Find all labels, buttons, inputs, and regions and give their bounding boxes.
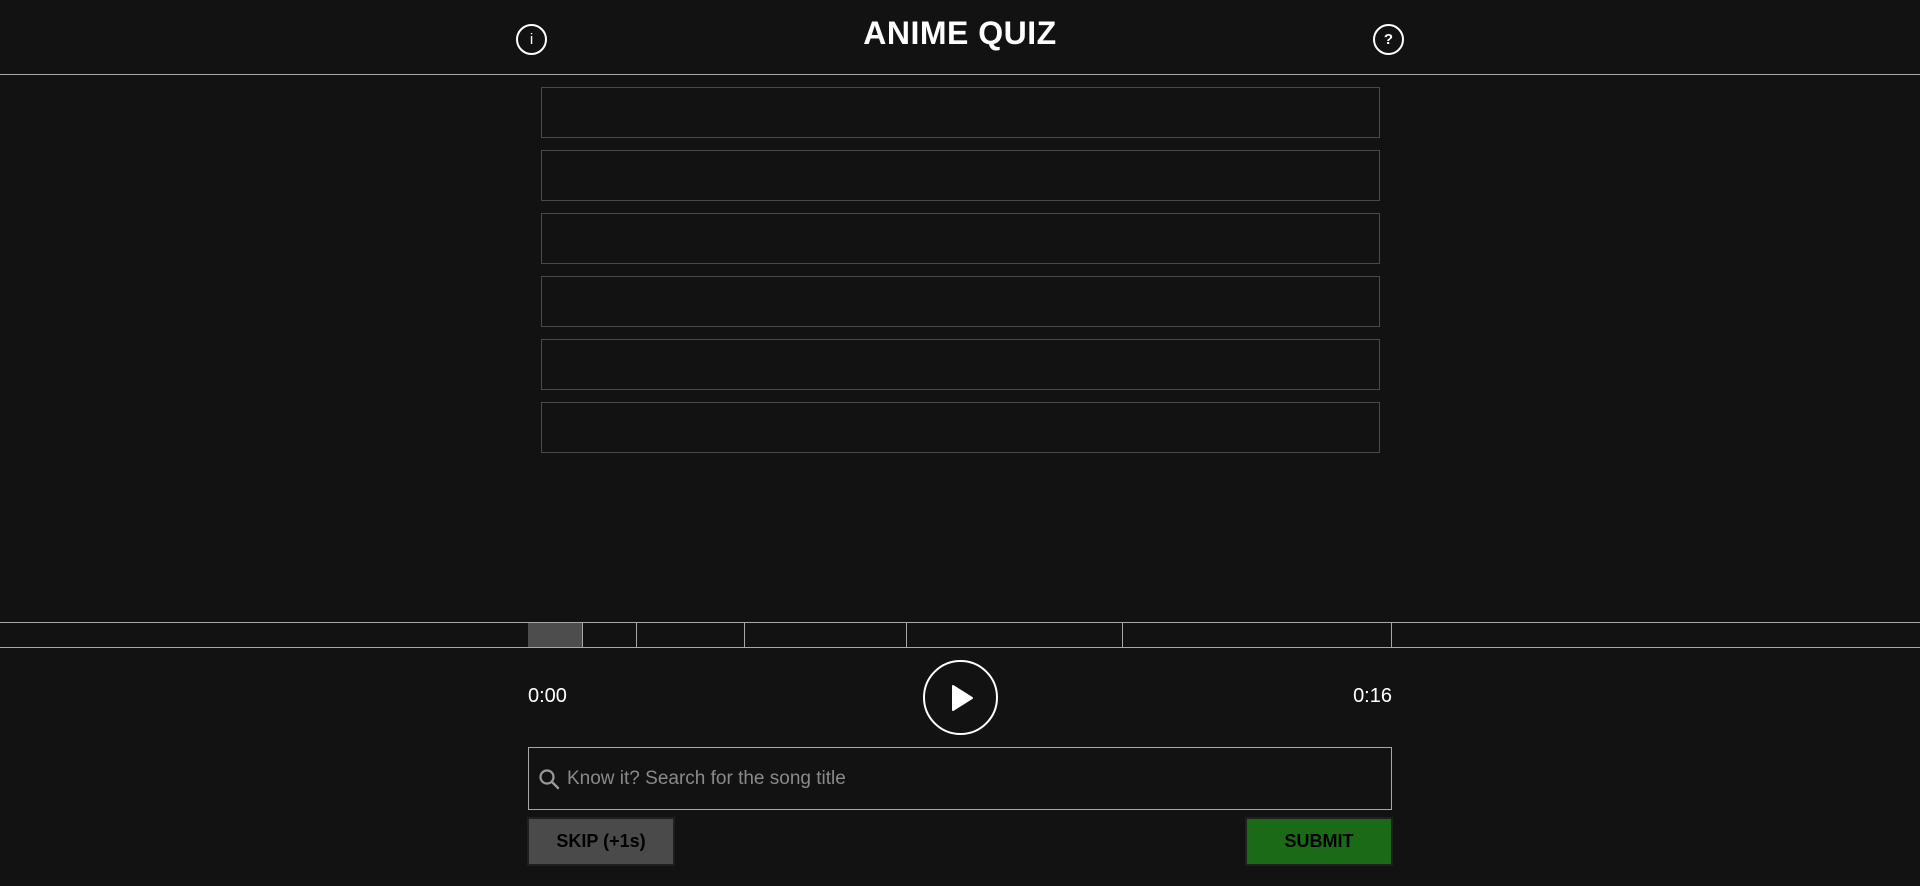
guess-slot-4: [541, 276, 1380, 327]
current-time: 0:00: [528, 685, 567, 707]
play-icon: [951, 684, 973, 711]
progress-segment-divider: [744, 623, 745, 647]
skip-button[interactable]: SKIP (+1s): [527, 817, 675, 866]
progress-segment-divider: [906, 623, 907, 647]
progress-segment-divider: [1122, 623, 1123, 647]
progress-fill: [528, 623, 582, 647]
progress-segment-divider: [1391, 623, 1392, 647]
progress-segment-divider: [582, 623, 583, 647]
guess-slot-1: [541, 87, 1380, 138]
guess-slot-5: [541, 339, 1380, 390]
header: i ANIME QUIZ ?: [0, 0, 1920, 75]
guess-slot-2: [541, 150, 1380, 201]
search-icon: [537, 767, 561, 791]
search-box: [528, 747, 1392, 810]
play-button[interactable]: [923, 660, 998, 735]
total-time: 0:16: [1353, 685, 1392, 707]
page-title: ANIME QUIZ: [863, 15, 1057, 51]
help-icon[interactable]: ?: [1373, 24, 1404, 55]
guess-slot-6: [541, 402, 1380, 453]
submit-button[interactable]: SUBMIT: [1245, 817, 1393, 866]
guess-list: [541, 87, 1380, 465]
progress-track: [528, 623, 1392, 647]
search-input[interactable]: [561, 748, 1391, 809]
progress-segment-divider: [636, 623, 637, 647]
progress-bar: [0, 622, 1920, 648]
guess-slot-3: [541, 213, 1380, 264]
